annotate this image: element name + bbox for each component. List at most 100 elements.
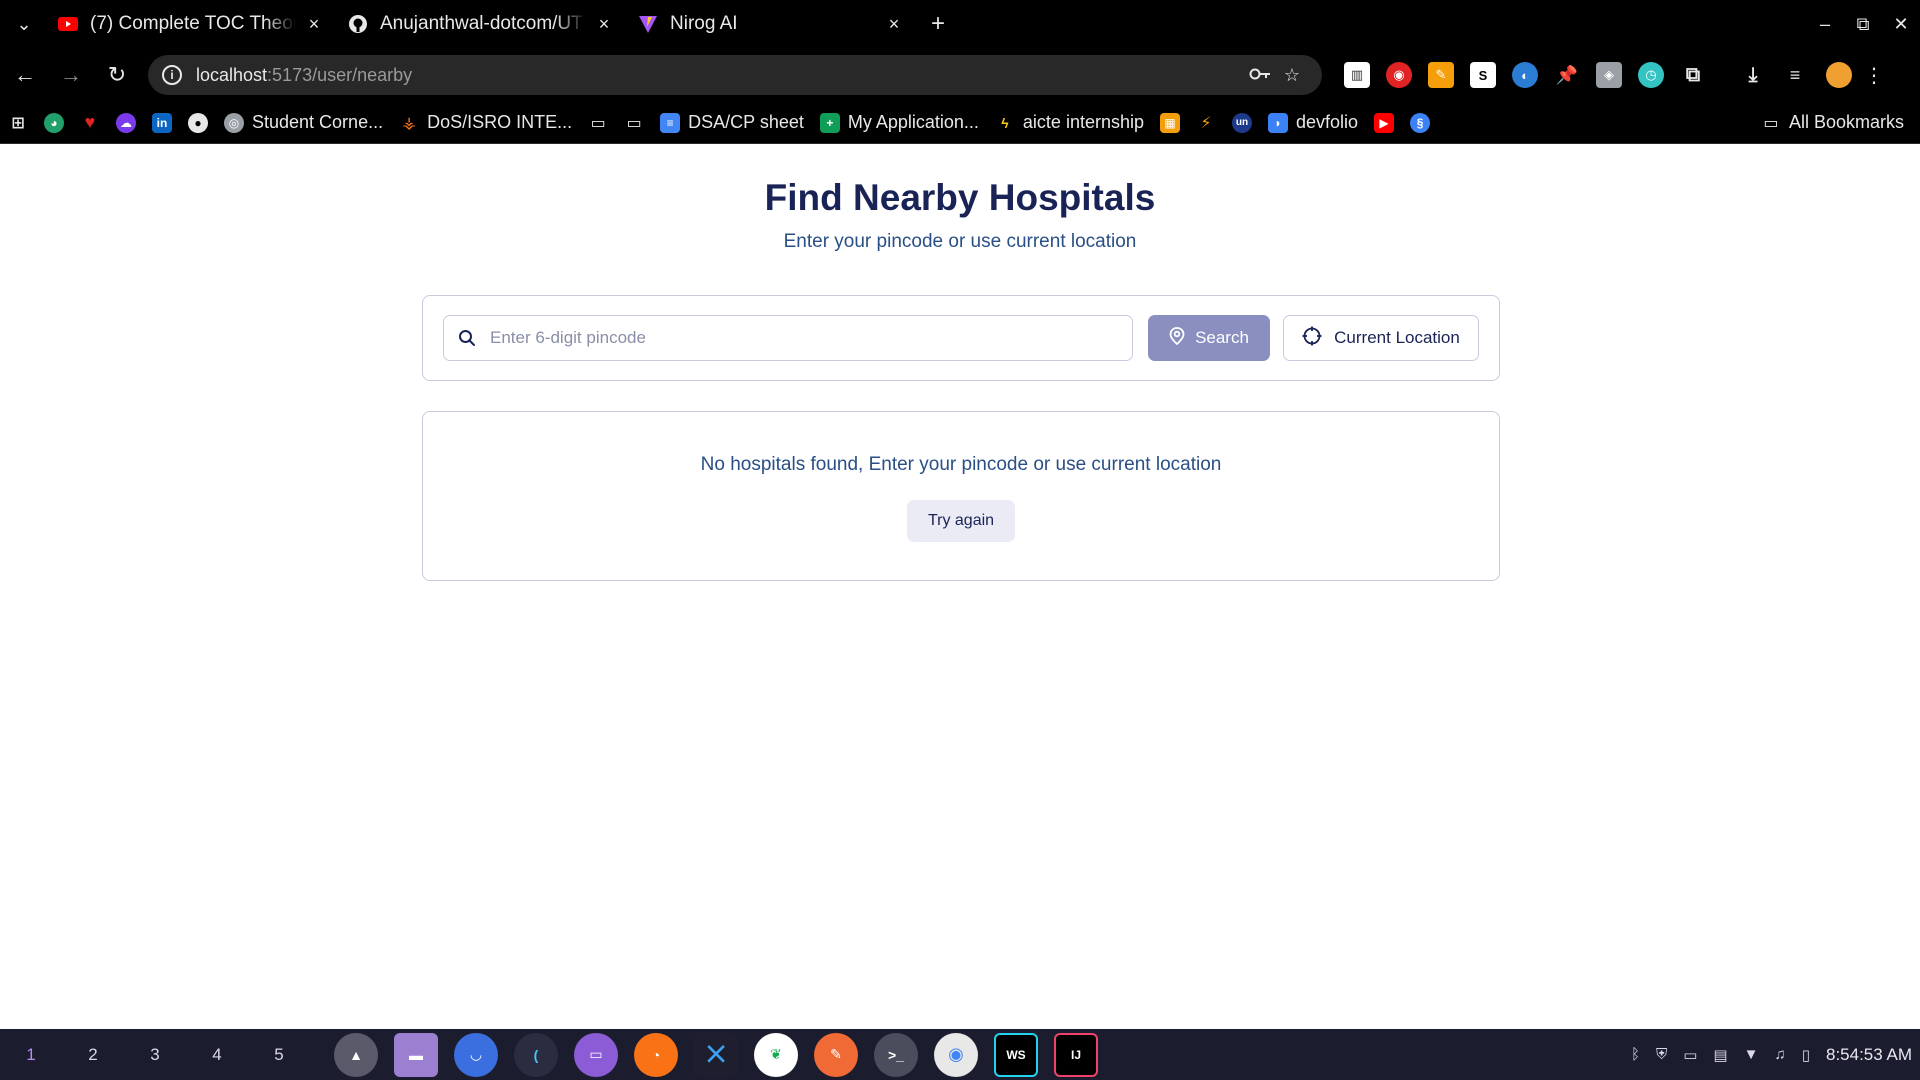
bookmark-github[interactable]: ●	[180, 107, 216, 139]
workspace-1[interactable]: 1	[0, 1045, 62, 1065]
reload-button[interactable]: ↻	[96, 54, 138, 96]
results-card: No hospitals found, Enter your pincode o…	[422, 411, 1500, 581]
bookmark-label: DSA/CP sheet	[688, 112, 804, 132]
minimize-icon[interactable]: –	[1806, 14, 1844, 35]
s-extension-icon[interactable]: S	[1470, 62, 1496, 88]
pincode-input[interactable]	[490, 328, 1110, 348]
vpn-shield-icon[interactable]: ⛨	[1656, 1046, 1667, 1063]
intellij-app-icon[interactable]: IJ	[1054, 1032, 1098, 1077]
star-icon[interactable]: ☆	[1276, 65, 1308, 86]
forward-button[interactable]: →	[50, 54, 92, 96]
pincode-field[interactable]	[443, 315, 1133, 361]
swirl-extension-icon[interactable]: ◐	[1512, 62, 1538, 88]
bookmark-leaf[interactable]: ◕	[36, 107, 72, 139]
mountain-app-icon[interactable]: ▲	[334, 1032, 378, 1077]
tab-github[interactable]: Anujanthwal-dotcom/UT ×	[338, 0, 628, 48]
search-button[interactable]: Search	[1148, 315, 1270, 361]
swirl-icon: §	[1410, 112, 1431, 133]
puzzle-icon[interactable]: ⧉	[1680, 62, 1706, 88]
linkedin-icon: in	[152, 112, 172, 133]
chat-extension-icon[interactable]: ◉	[1386, 62, 1412, 88]
tab-close-icon[interactable]: ×	[882, 14, 906, 35]
wifi-icon[interactable]: ▼	[1744, 1046, 1759, 1063]
cloud-icon: ☁	[116, 112, 136, 133]
current-location-button[interactable]: Current Location	[1283, 315, 1479, 361]
try-again-button[interactable]: Try again	[907, 500, 1015, 542]
chart-extension-icon[interactable]: ▥	[1344, 62, 1370, 88]
rocket-icon: ⚶	[402, 114, 416, 132]
tab-close-icon[interactable]: ×	[592, 14, 616, 35]
bookmark-unstop[interactable]: un	[1224, 107, 1260, 139]
bookmark-label: devfolio	[1296, 112, 1359, 132]
profile-avatar[interactable]	[1826, 62, 1852, 88]
screenshot-app-icon[interactable]: ▭	[574, 1032, 618, 1077]
menu-kebab-icon[interactable]: ⋮	[1862, 63, 1886, 88]
bookmark-bolt[interactable]: ⚡	[1188, 107, 1224, 139]
workspace-5[interactable]: 5	[248, 1045, 310, 1065]
bookmark-devfolio[interactable]: ◗ devfolio	[1260, 107, 1366, 139]
page-title: Find Nearby Hospitals	[764, 177, 1156, 218]
bookmark-student-corner[interactable]: ◎ Student Corne...	[216, 107, 391, 139]
tab-nirog-ai[interactable]: Nirog AI ×	[628, 0, 918, 48]
bookmark-dsa-sheet[interactable]: ≡ DSA/CP sheet	[652, 107, 812, 139]
webstorm-app-icon[interactable]: WS	[994, 1032, 1038, 1077]
bookmark-linkedin[interactable]: in	[144, 107, 180, 139]
launcher-app-icon[interactable]: ◡	[454, 1032, 498, 1077]
address-bar[interactable]: i localhost:5173/user/nearby ☆	[148, 55, 1322, 95]
bookmark-folder-1[interactable]: ▭	[580, 107, 616, 139]
bookmark-isro[interactable]: ⚶ DoS/ISRO INTE...	[391, 107, 580, 139]
battery-icon[interactable]: ▯	[1802, 1046, 1810, 1064]
all-bookmarks-button[interactable]: ▭ All Bookmarks	[1753, 107, 1912, 139]
terminal-app-icon[interactable]: >_	[874, 1032, 918, 1077]
firefox-app-icon[interactable]: ◔	[634, 1032, 678, 1077]
gpu-icon[interactable]: ▭	[1683, 1046, 1697, 1064]
postman-app-icon[interactable]: ✎	[814, 1032, 858, 1077]
youtube-icon: ▶	[1374, 112, 1395, 133]
pin-extension-icon[interactable]: 📌	[1554, 62, 1580, 88]
search-icon	[458, 329, 476, 347]
bookmark-apps[interactable]: ⊞	[0, 107, 36, 139]
bookmark-my-applications[interactable]: + My Application...	[812, 107, 987, 139]
edit-extension-icon[interactable]: ✎	[1428, 62, 1454, 88]
new-tab-button[interactable]: +	[918, 0, 958, 48]
bolt-icon: ⚡	[1200, 114, 1212, 132]
code-editor-app-icon[interactable]: (	[514, 1032, 558, 1077]
music-icon[interactable]: ♫	[1774, 1046, 1785, 1063]
mongodb-app-icon[interactable]: ❦	[754, 1032, 798, 1077]
bookmark-youtube[interactable]: ▶	[1366, 107, 1402, 139]
bookmark-aicte[interactable]: ϟ aicte internship	[987, 107, 1152, 139]
files-app-icon[interactable]: ▬	[394, 1032, 438, 1077]
extensions-row: ▥ ◉ ✎ S ◐ 📌 ◈ ◷ ⧉ ⤓ ≡ ⋮	[1336, 62, 1886, 88]
shield-extension-icon[interactable]: ◈	[1596, 62, 1622, 88]
back-button[interactable]: ←	[4, 54, 46, 96]
workspace-4[interactable]: 4	[186, 1045, 248, 1065]
download-icon[interactable]: ⤓	[1740, 62, 1766, 88]
clipboard-icon[interactable]: ▤	[1713, 1046, 1727, 1064]
crosshair-icon	[1302, 326, 1322, 351]
search-button-label: Search	[1195, 328, 1249, 347]
tab-search-button[interactable]: ⌄	[0, 0, 48, 48]
media-queue-icon[interactable]: ≡	[1782, 62, 1808, 88]
restore-icon[interactable]: ⧉	[1844, 14, 1882, 35]
vscode-app-icon[interactable]: ⨉	[694, 1032, 738, 1077]
tab-close-icon[interactable]: ×	[302, 14, 326, 35]
close-window-icon[interactable]: ✕	[1882, 14, 1920, 35]
chrome-app-icon[interactable]: ◉	[934, 1032, 978, 1077]
key-icon[interactable]	[1244, 65, 1276, 86]
timer-extension-icon[interactable]: ◷	[1638, 62, 1664, 88]
tab-youtube[interactable]: (7) Complete TOC Theory ×	[48, 0, 338, 48]
bookmark-swirl[interactable]: §	[1402, 107, 1438, 139]
bookmark-tray[interactable]: ▦	[1152, 107, 1188, 139]
window-controls: – ⧉ ✕	[1806, 0, 1920, 48]
workspace-2[interactable]: 2	[62, 1045, 124, 1065]
site-info-icon[interactable]: i	[162, 65, 182, 85]
bookmark-cloud[interactable]: ☁	[108, 107, 144, 139]
browser-toolbar: ← → ↻ i localhost:5173/user/nearby ☆ ▥ ◉…	[0, 48, 1920, 102]
bluetooth-icon[interactable]: ᛒ	[1631, 1046, 1640, 1063]
url-host: localhost	[196, 64, 268, 85]
workspace-3[interactable]: 3	[124, 1045, 186, 1065]
url-text[interactable]: localhost:5173/user/nearby	[196, 65, 1244, 86]
all-bookmarks-label: All Bookmarks	[1788, 112, 1904, 132]
bookmark-folder-2[interactable]: ▭	[616, 107, 652, 139]
bookmark-heart[interactable]: ♥	[72, 107, 108, 139]
